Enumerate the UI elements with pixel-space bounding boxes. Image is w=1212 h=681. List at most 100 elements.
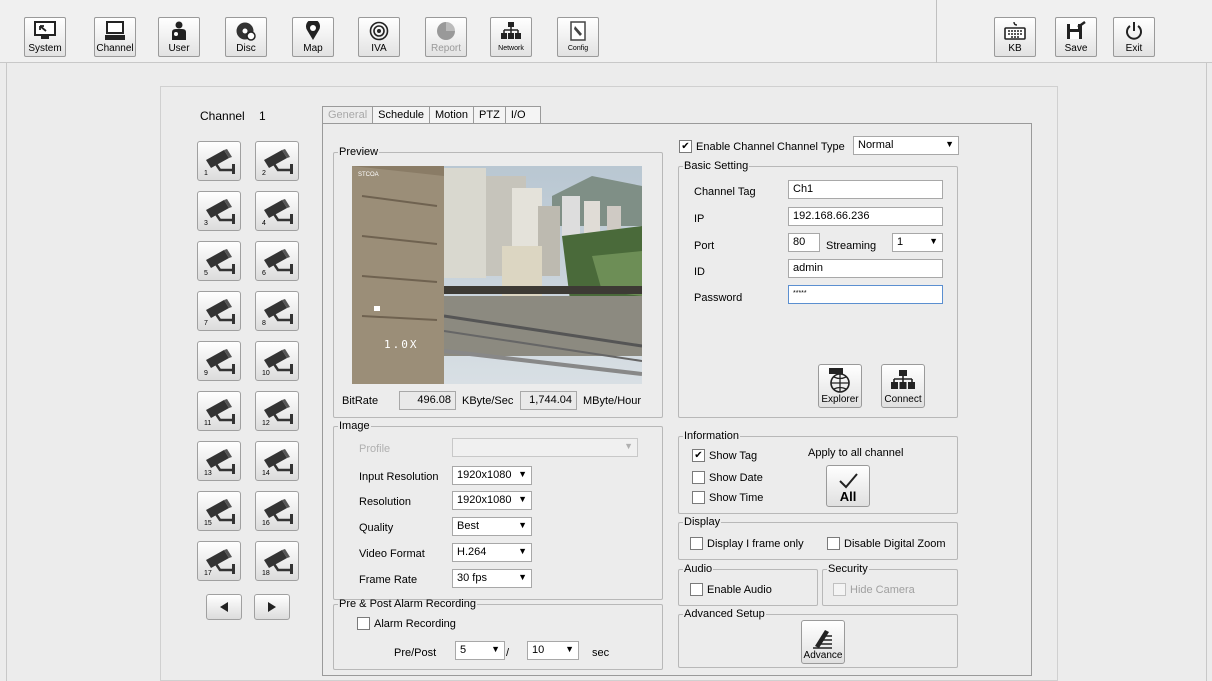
camera-channel-button[interactable]: 15 [197, 491, 241, 531]
save-icon [1064, 20, 1088, 42]
map-button[interactable]: Map [292, 17, 334, 57]
channel-tag-input[interactable]: Ch1 [788, 180, 943, 199]
power-icon [1122, 20, 1146, 42]
show-time-checkbox[interactable]: Show Time [692, 491, 763, 504]
camera-channel-button[interactable]: 18 [255, 541, 299, 581]
camera-number: 5 [204, 270, 208, 277]
user-button[interactable]: User [158, 17, 200, 57]
quality-label: Quality [359, 522, 394, 534]
video-format-select[interactable]: H.264 ▼ [452, 543, 532, 562]
post-record-select[interactable]: 10 ▼ [527, 641, 579, 660]
camera-channel-button[interactable]: 6 [255, 241, 299, 281]
pre-record-select[interactable]: 5 ▼ [455, 641, 505, 660]
channel-type-label: Channel Type [777, 141, 845, 153]
id-input[interactable]: admin [788, 259, 943, 278]
current-channel-number: 1 [259, 109, 266, 123]
save-button[interactable]: Save [1055, 17, 1097, 57]
camera-number: 15 [204, 520, 212, 527]
channel-button[interactable]: Channel [94, 17, 136, 57]
prev-page-button[interactable] [206, 594, 242, 620]
show-date-checkbox[interactable]: Show Date [692, 471, 763, 484]
image-legend: Image [339, 420, 370, 432]
advance-button[interactable]: Advance [801, 620, 845, 664]
explorer-button[interactable]: Explorer [818, 364, 862, 408]
tab-schedule[interactable]: Schedule [372, 106, 431, 124]
camera-channel-button[interactable]: 11 [197, 391, 241, 431]
camera-channel-button[interactable]: 16 [255, 491, 299, 531]
connect-button[interactable]: Connect [881, 364, 925, 408]
system-button[interactable]: System [24, 17, 66, 57]
network-icon [499, 20, 523, 42]
id-label: ID [694, 266, 705, 278]
prepost-label: Pre/Post [394, 647, 437, 659]
camera-number: 14 [262, 470, 270, 477]
keyboard-button[interactable]: KB [994, 17, 1036, 57]
streaming-select[interactable]: 1 ▼ [892, 233, 943, 252]
camera-number: 2 [262, 170, 266, 177]
disc-button[interactable]: Disc [225, 17, 267, 57]
camera-channel-button[interactable]: 1 [197, 141, 241, 181]
ip-input[interactable]: 192.168.66.236 [788, 207, 943, 226]
report-button[interactable]: Report [425, 17, 467, 57]
users-icon [167, 20, 191, 42]
exit-button[interactable]: Exit [1113, 17, 1155, 57]
camera-channel-button[interactable]: 4 [255, 191, 299, 231]
display-iframe-checkbox[interactable]: Display I frame only [690, 537, 804, 550]
information-legend: Information [684, 430, 740, 442]
password-input[interactable]: ***** [788, 285, 943, 304]
ip-label: IP [694, 213, 705, 225]
enable-channel-checkbox[interactable]: ✔ Enable Channel [679, 140, 774, 153]
network-button[interactable]: Network [490, 17, 532, 57]
bitrate-label: BitRate [342, 395, 379, 407]
camera-channel-button[interactable]: 5 [197, 241, 241, 281]
config-button[interactable]: Config [557, 17, 599, 57]
network-icon [891, 370, 915, 389]
camera-number: 10 [262, 370, 270, 377]
camera-feed-image [352, 166, 642, 384]
chevron-down-icon: ▼ [518, 494, 527, 504]
next-page-button[interactable] [254, 594, 290, 620]
camera-channel-button[interactable]: 8 [255, 291, 299, 331]
show-tag-checkbox[interactable]: ✔ Show Tag [692, 449, 757, 462]
tab-general[interactable]: General [322, 106, 374, 124]
chevron-down-icon: ▼ [491, 644, 500, 654]
camera-channel-button[interactable]: 9 [197, 341, 241, 381]
input-resolution-select[interactable]: 1920x1080 ▼ [452, 466, 532, 485]
camera-channel-button[interactable]: 3 [197, 191, 241, 231]
bitrate-unit: KByte/Sec [462, 395, 514, 407]
prepost-unit: sec [592, 647, 610, 659]
hourly-size-value: 1,744.04 [520, 391, 577, 410]
camera-channel-button[interactable]: 12 [255, 391, 299, 431]
alarm-recording-checkbox[interactable]: Alarm Recording [357, 617, 456, 630]
chevron-down-icon: ▼ [518, 469, 527, 479]
camera-channel-button[interactable]: 14 [255, 441, 299, 481]
frame-rate-select[interactable]: 30 fps ▼ [452, 569, 532, 588]
enable-audio-checkbox[interactable]: Enable Audio [690, 583, 772, 596]
camera-channel-button[interactable]: 13 [197, 441, 241, 481]
keyboard-icon [1003, 20, 1027, 42]
channel-label: Channel [200, 109, 245, 123]
streaming-label: Streaming [826, 240, 877, 252]
disable-digital-zoom-checkbox[interactable]: Disable Digital Zoom [827, 537, 945, 550]
preview-overlay-tag: STCOA [358, 172, 379, 178]
camera-number: 13 [204, 470, 212, 477]
camera-number: 1 [204, 170, 208, 177]
tab-motion[interactable]: Motion [429, 106, 475, 124]
channel-type-select[interactable]: Normal ▼ [853, 136, 959, 155]
tab-ptz[interactable]: PTZ [473, 106, 506, 124]
quality-select[interactable]: Best ▼ [452, 517, 532, 536]
input-resolution-label: Input Resolution [359, 471, 439, 483]
profile-select[interactable]: ▼ [452, 438, 638, 457]
port-input[interactable]: 80 [788, 233, 820, 252]
camera-channel-button[interactable]: 2 [255, 141, 299, 181]
hide-camera-checkbox[interactable]: Hide Camera [833, 583, 915, 596]
resolution-select[interactable]: 1920x1080 ▼ [452, 491, 532, 510]
camera-channel-button[interactable]: 10 [255, 341, 299, 381]
camera-channel-button[interactable]: 17 [197, 541, 241, 581]
video-format-label: Video Format [359, 548, 425, 560]
camera-channel-button[interactable]: 7 [197, 291, 241, 331]
apply-all-button[interactable]: All [826, 465, 870, 507]
tab-io[interactable]: I/O [504, 106, 541, 124]
right-arrow-icon [268, 602, 276, 612]
iva-button[interactable]: IVA [358, 17, 400, 57]
